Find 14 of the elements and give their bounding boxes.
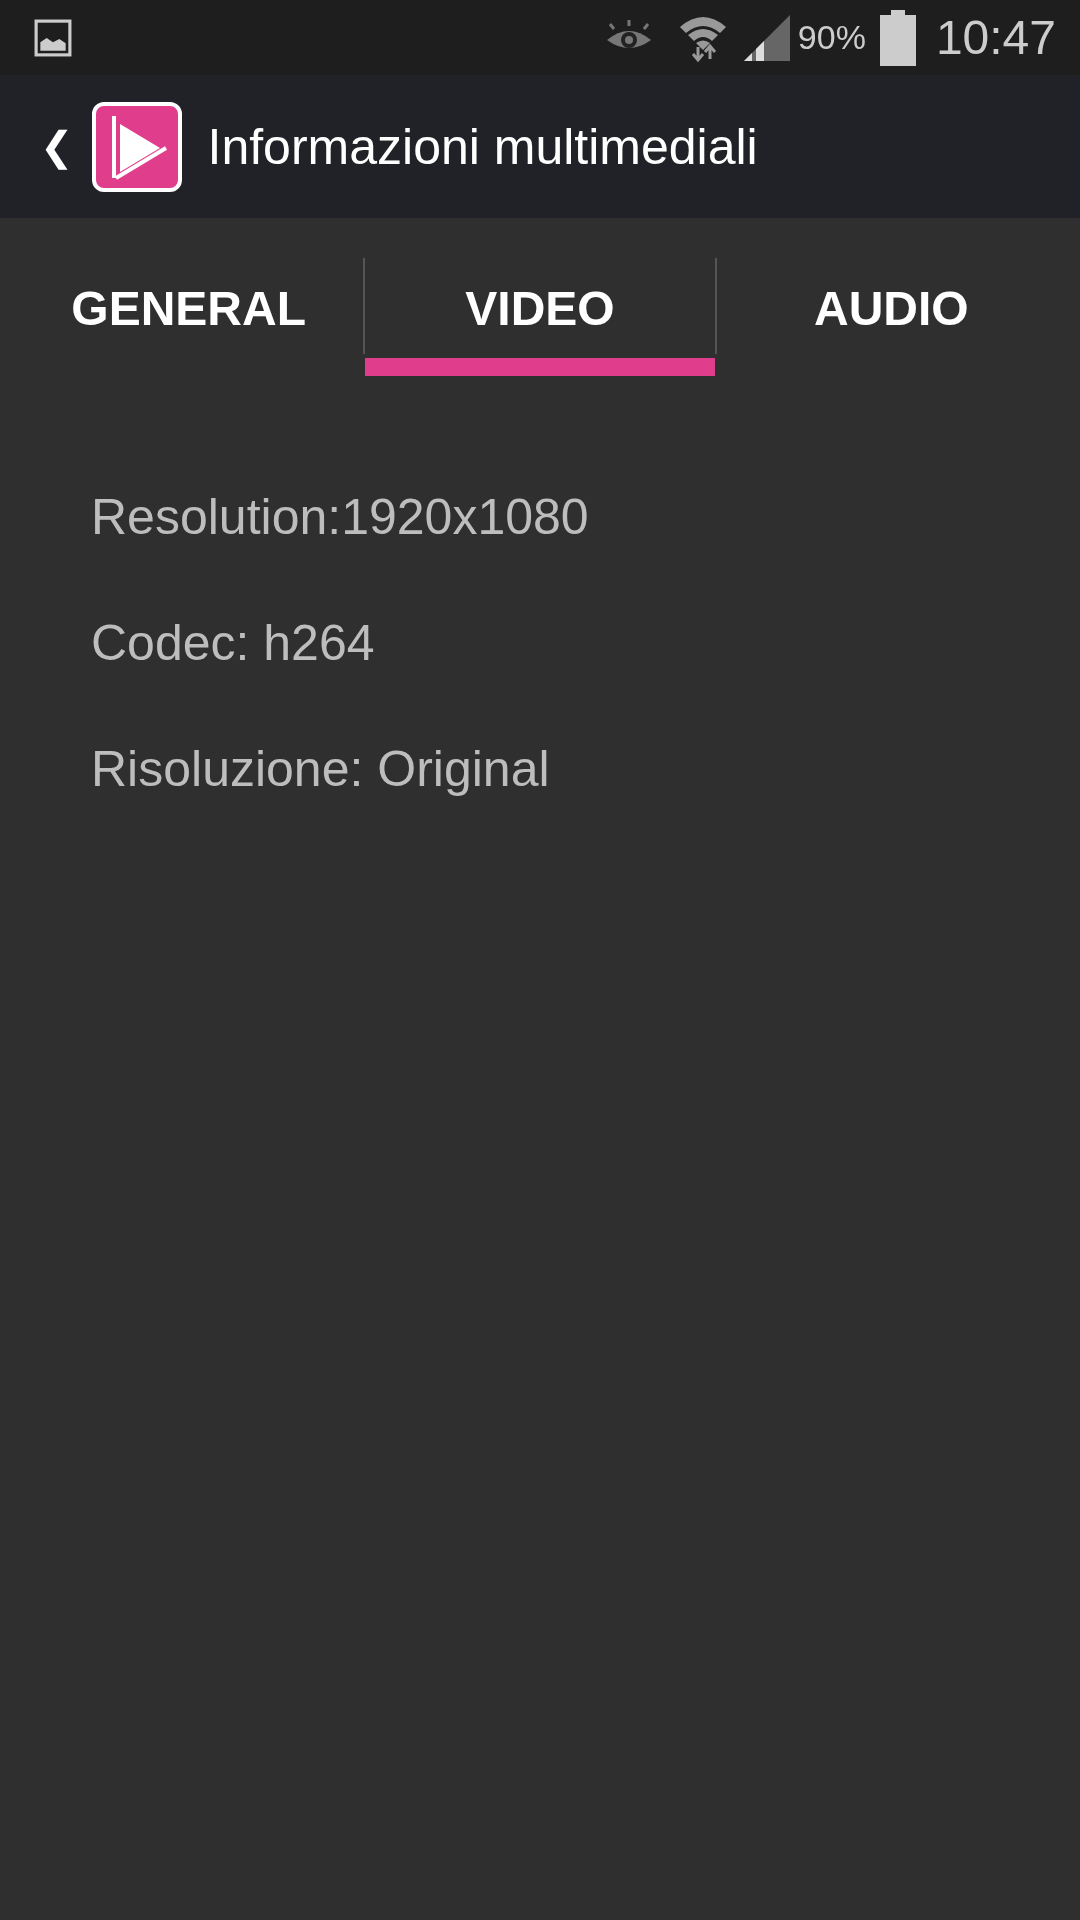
back-button[interactable]: ❮ bbox=[40, 123, 74, 170]
clock: 10:47 bbox=[935, 10, 1056, 65]
detail-text: Resolution:1920x1080 bbox=[91, 490, 590, 545]
tab[interactable]: VIDEO bbox=[365, 258, 715, 376]
battery-icon bbox=[879, 9, 916, 66]
tab[interactable]: GENERAL bbox=[14, 258, 364, 376]
signal-icon bbox=[743, 14, 790, 61]
image-icon bbox=[34, 18, 72, 57]
battery-percentage: 90% bbox=[797, 18, 866, 57]
detail-text: Risoluzione: Original bbox=[91, 742, 551, 797]
screen-title: Informazioni multimediali bbox=[207, 117, 758, 176]
detail-text: Codec: h264 bbox=[91, 616, 376, 671]
tab[interactable]: AUDIO bbox=[716, 258, 1066, 376]
play-icon bbox=[91, 101, 182, 192]
